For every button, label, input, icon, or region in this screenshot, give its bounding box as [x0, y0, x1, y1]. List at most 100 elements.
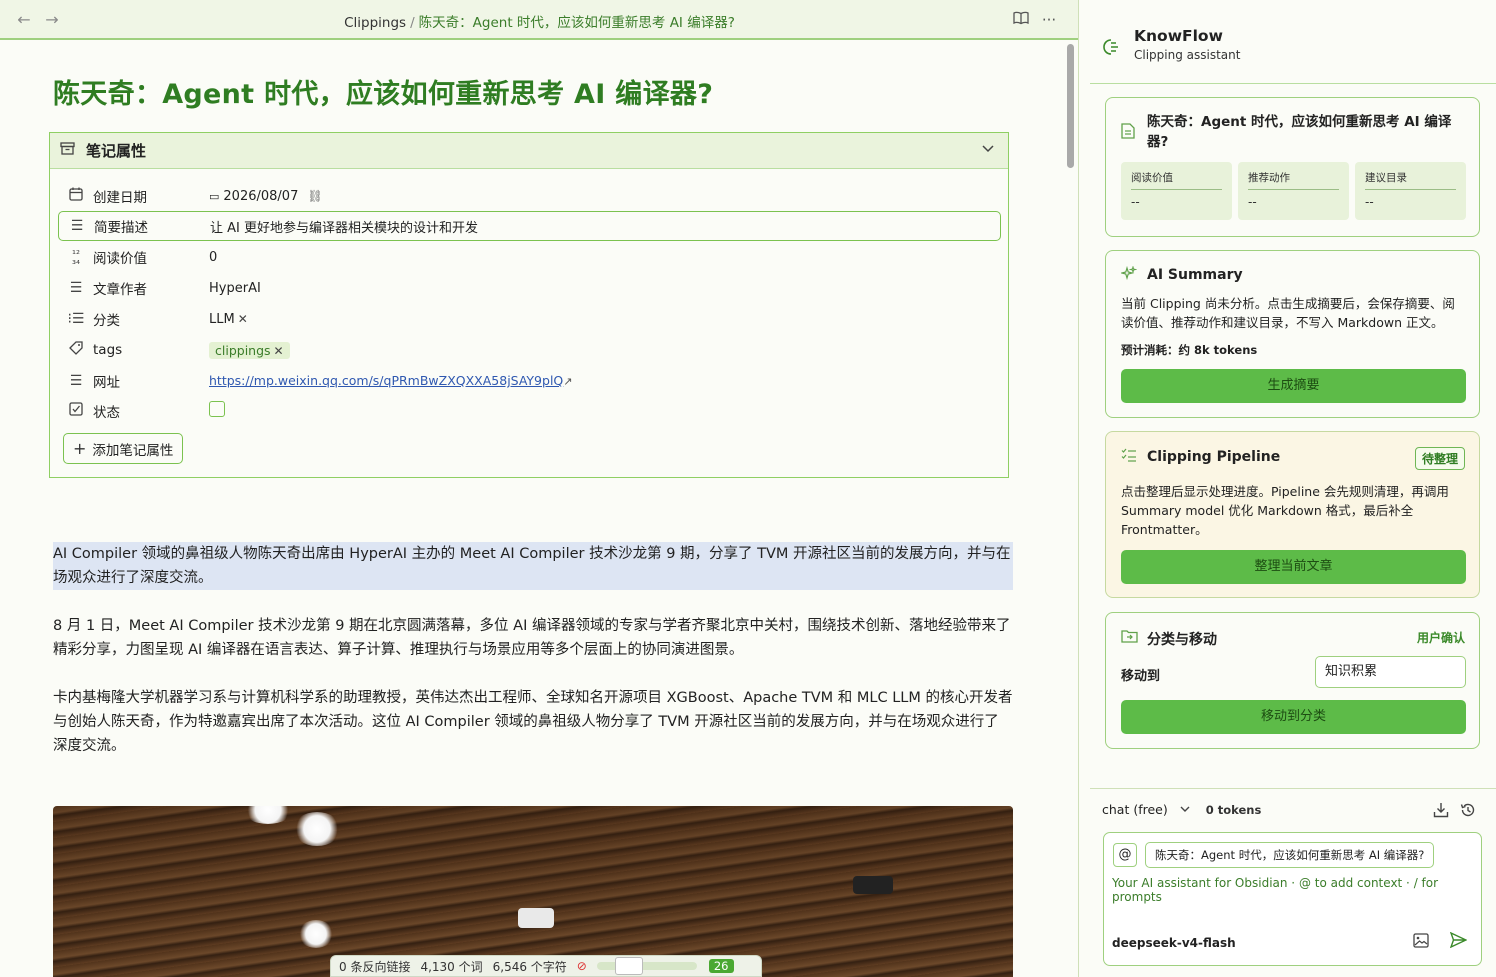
breadcrumb-root[interactable]: Clippings [344, 15, 406, 31]
projector [853, 876, 893, 894]
property-value[interactable]: clippings ✕ [209, 341, 290, 359]
property-value[interactable]: 让 AI 更好地参与编译器相关模块的设计和开发 [210, 217, 478, 236]
pipeline-title: Clipping Pipeline [1147, 449, 1281, 465]
ceiling-fixture [518, 908, 554, 928]
pipeline-description: 点击整理后显示处理进度。Pipeline 会先规则清理，再调用 Summary … [1121, 484, 1449, 537]
organize-article-button[interactable]: 整理当前文章 [1121, 550, 1466, 584]
body-paragraph-3[interactable]: 卡内基梅隆大学机器学习系与计算机科学系的助理教授，英伟达杰出工程师、全球知名开源… [53, 686, 1013, 758]
add-property-button[interactable]: + 添加笔记属性 [63, 433, 184, 464]
property-author[interactable]: ☰ 文章作者 HyperAI [58, 273, 1001, 303]
generate-summary-button[interactable]: 生成摘要 [1121, 369, 1466, 403]
property-value[interactable]: ▭ 2026/08/07 ⛓ [209, 189, 323, 204]
property-tags[interactable]: tags clippings ✕ [58, 335, 1001, 365]
note-title: 陈天奇：Agent 时代，应该如何重新思考 AI 编译器? [1147, 114, 1452, 150]
tag-chip[interactable]: clippings ✕ [209, 341, 290, 359]
property-category[interactable]: ⁝☰ 分类 LLM ✕ [58, 304, 1001, 334]
property-value[interactable]: HyperAI [209, 281, 261, 296]
checkbox-icon [65, 402, 87, 420]
property-name: 创建日期 [93, 190, 147, 206]
ai-summary-description: 当前 Clipping 尚未分析。点击生成摘要后，会保存摘要、阅读价值、推荐动作… [1121, 296, 1455, 330]
metric-label: 推荐动作 [1248, 172, 1290, 184]
list-icon: ⁝☰ [67, 311, 85, 327]
slider-knob[interactable] [614, 957, 643, 975]
url-link[interactable]: https://mp.weixin.qq.com/s/qPRmBwZXQXXA5… [209, 373, 563, 388]
editor-scrollbar[interactable] [1067, 44, 1074, 168]
move-to-category-button[interactable]: 移动到分类 [1121, 700, 1466, 734]
metric-divider [1131, 189, 1222, 190]
category-move-card: 分类与移动 用户确认 移动到 知识积累 移动到分类 [1105, 612, 1480, 749]
download-icon[interactable] [1433, 802, 1449, 822]
body-paragraph-2[interactable]: 8 月 1 日，Meet AI Compiler 技术沙龙第 9 期在北京圆满落… [53, 614, 1013, 662]
metric-reading-value: 阅读价值 -- [1121, 162, 1232, 220]
property-name: 分类 [93, 313, 120, 329]
number-icon: ₁₂ ₃₄ [71, 246, 81, 267]
date-value: 2026/08/07 [223, 188, 299, 204]
metric-recommended-action: 推荐动作 -- [1238, 162, 1349, 220]
more-options-icon[interactable]: ··· [1038, 9, 1060, 31]
category-move-title: 分类与移动 [1147, 632, 1217, 648]
knowflow-logo-icon [1102, 38, 1120, 61]
app-subtitle: Clipping assistant [1134, 48, 1241, 62]
external-link-icon[interactable]: ↗ [563, 375, 572, 388]
chevron-down-icon[interactable] [1180, 803, 1190, 816]
category-chip: LLM [209, 311, 235, 327]
archive-icon [60, 142, 78, 159]
link-icon[interactable]: ⛓ [307, 189, 322, 203]
property-created-date[interactable]: 创建日期 ▭ 2026/08/07 ⛓ [58, 181, 1001, 211]
property-status[interactable]: 状态 [58, 396, 1001, 426]
body-paragraph-1[interactable]: AI Compiler 领域的鼻祖级人物陈天奇出席由 HyperAI 主办的 M… [53, 542, 1013, 590]
page-title: 陈天奇：Agent 时代，应该如何重新思考 AI 编译器? [53, 79, 714, 110]
property-value[interactable] [209, 401, 225, 421]
move-to-label: 移动到 [1121, 669, 1161, 684]
status-bar: 0 条反向链接 4,130 个词 6,546 个字符 ⊘ 26 [330, 955, 762, 977]
property-value[interactable]: 0 [209, 250, 217, 265]
ai-summary-card: AI Summary 当前 Clipping 尚未分析。点击生成摘要后，会保存摘… [1105, 250, 1480, 418]
breadcrumb: Clippings / 陈天奇：Agent 时代，应该如何重新思考 AI 编译器? [0, 11, 1078, 31]
chat-placeholder[interactable]: Your AI assistant for Obsidian · @ to ad… [1112, 876, 1481, 904]
ai-summary-title: AI Summary [1147, 267, 1243, 283]
property-name: 文章作者 [93, 282, 147, 298]
tag-icon [65, 341, 87, 359]
chat-model-name[interactable]: deepseek-v4-flash [1112, 936, 1236, 950]
metric-label: 建议目录 [1365, 172, 1407, 184]
add-context-button[interactable]: @ [1113, 843, 1137, 867]
history-icon[interactable] [1460, 802, 1476, 822]
token-cost-estimate: 预计消耗：约 8k tokens [1121, 343, 1258, 357]
app-name: KnowFlow [1134, 27, 1223, 45]
properties-title: 笔记属性 [86, 142, 147, 160]
metric-value: -- [1365, 195, 1374, 209]
folder-move-icon [1121, 629, 1138, 647]
property-value[interactable]: LLM ✕ [209, 312, 248, 327]
send-icon[interactable] [1449, 931, 1468, 952]
chat-mode-select[interactable]: chat (free) [1102, 802, 1168, 817]
properties-header[interactable]: 笔记属性 [50, 133, 1008, 169]
metric-value: -- [1248, 195, 1257, 209]
breadcrumb-separator: / [410, 15, 415, 31]
property-reading-value[interactable]: ₁₂ ₃₄ 阅读价值 0 [58, 242, 1001, 272]
breadcrumb-current[interactable]: 陈天奇：Agent 时代，应该如何重新思考 AI 编译器? [419, 15, 735, 31]
context-note-pill[interactable]: 陈天奇：Agent 时代，应该如何重新思考 AI 编译器? [1145, 842, 1435, 868]
chat-input-box[interactable]: @ 陈天奇：Agent 时代，应该如何重新思考 AI 编译器? Your AI … [1103, 832, 1482, 966]
note-overview-card: 陈天奇：Agent 时代，应该如何重新思考 AI 编译器? 阅读价值 -- 推荐… [1105, 97, 1480, 237]
target-folder-input[interactable]: 知识积累 [1315, 656, 1466, 688]
editor-pane: ← → Clippings / 陈天奇：Agent 时代，应该如何重新思考 AI 编… [0, 0, 1079, 977]
text-lines-icon: ☰ [69, 280, 83, 296]
image-attach-icon[interactable] [1413, 933, 1429, 952]
font-size-slider[interactable] [596, 957, 697, 975]
document-icon [1121, 123, 1135, 143]
property-description[interactable]: ☰ 简要描述 让 AI 更好地参与编译器相关模块的设计和开发 [58, 211, 1001, 241]
metric-label: 阅读价值 [1131, 172, 1173, 184]
property-url[interactable]: ☰ 网址 https://mp.weixin.qq.com/s/qPRmBwZX… [58, 366, 1001, 396]
calendar-icon [65, 187, 87, 205]
property-name: 网址 [93, 375, 120, 391]
plus-icon: + [73, 439, 87, 458]
reading-view-icon[interactable] [1010, 9, 1032, 31]
sync-off-icon[interactable]: ⊘ [577, 959, 587, 973]
property-name: 状态 [93, 405, 120, 421]
property-value[interactable]: https://mp.weixin.qq.com/s/qPRmBwZXQXXA5… [209, 373, 572, 389]
chevron-down-icon[interactable] [982, 142, 994, 157]
remove-icon[interactable]: ✕ [238, 312, 248, 326]
status-checkbox[interactable] [209, 401, 225, 417]
backlinks-count[interactable]: 0 条反向链接 [339, 958, 410, 975]
remove-icon[interactable]: ✕ [274, 344, 284, 358]
